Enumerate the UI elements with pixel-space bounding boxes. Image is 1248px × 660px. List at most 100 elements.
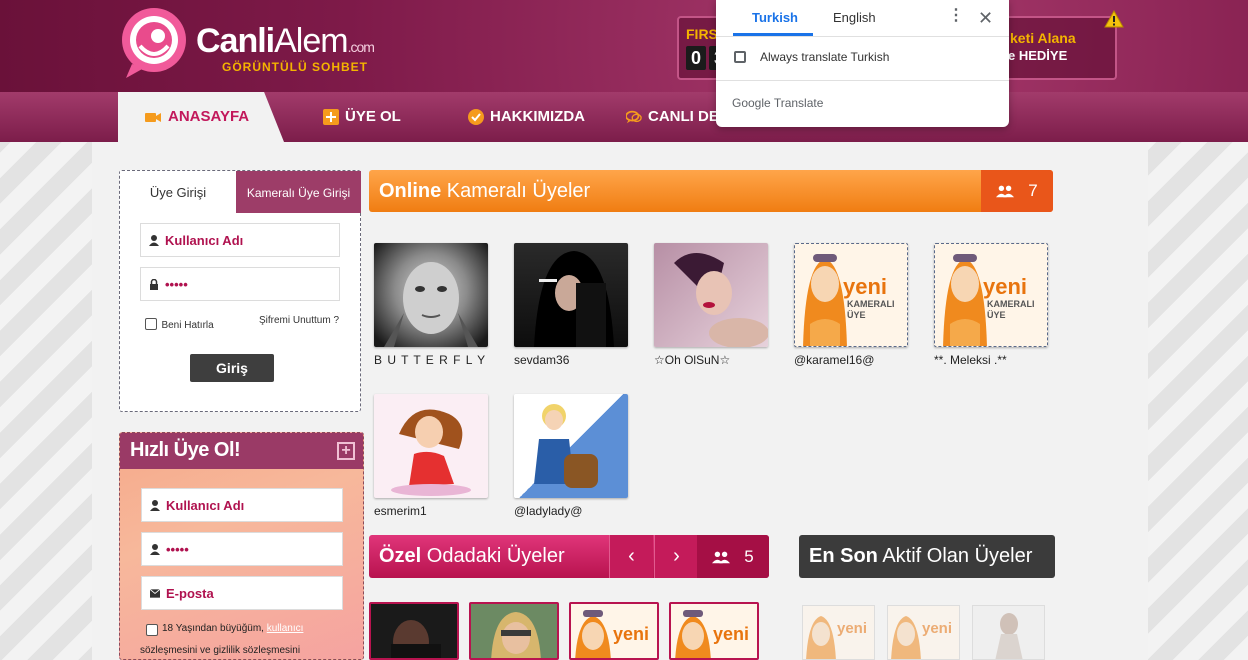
yeni-badge-word: yeni xyxy=(713,624,750,644)
title-rest: Odadaki Üyeler xyxy=(421,545,565,567)
login-password-value: ••••• xyxy=(165,276,188,292)
online-count-badge: 7 xyxy=(981,170,1053,212)
title-bold: Online xyxy=(379,180,442,202)
chat-icon xyxy=(626,110,642,123)
yeni-badge-word: yeni xyxy=(983,274,1028,299)
member-name[interactable]: sevdam36 xyxy=(514,353,629,367)
terms-text-2: sözleşmesini ve gizlilik sözleşmesini xyxy=(140,645,301,656)
logo-text[interactable]: CanliAlem.com xyxy=(196,22,375,61)
nav-item-anasayfa[interactable]: ANASAYFA xyxy=(118,92,284,142)
member-name[interactable]: ☆Oh OlSuN☆ xyxy=(654,353,769,367)
cartoon-avatar xyxy=(391,409,471,496)
member-photo[interactable]: yeni KAMERALI ÜYE xyxy=(794,243,908,347)
member-card[interactable]: ☆Oh OlSuN☆ xyxy=(654,243,769,367)
logo-subtitle: GÖRÜNTÜLÜ SOHBET xyxy=(222,60,368,74)
tab-member-login[interactable]: Üye Girişi xyxy=(120,171,236,213)
member-card[interactable]: B U T T E R F L Y xyxy=(374,243,489,367)
quick-register-title: Hızlı Üye Ol! xyxy=(130,439,241,461)
member-name[interactable]: @ladylady@ xyxy=(514,504,629,518)
title-rest: Kameralı Üyeler xyxy=(441,180,591,202)
member-card[interactable]: esmerim1 xyxy=(374,394,489,518)
yeni-line2: ÜYE xyxy=(987,310,1006,320)
login-username-field[interactable]: Kullanıcı Adı xyxy=(140,223,340,257)
online-count: 7 xyxy=(1028,181,1038,200)
envelope-icon xyxy=(150,588,160,598)
remember-checkbox[interactable] xyxy=(145,317,157,330)
users-icon xyxy=(712,551,731,563)
member-photo[interactable] xyxy=(374,243,488,347)
register-password-field[interactable]: ••••• xyxy=(141,532,343,566)
member-name[interactable]: B U T T E R F L Y xyxy=(374,353,489,367)
warning-icon[interactable] xyxy=(1104,10,1124,28)
login-submit-button[interactable]: Giriş xyxy=(190,354,274,382)
member-photo[interactable]: yeni KAMERALI ÜYE xyxy=(934,243,1048,347)
main-nav: ANASAYFA ÜYE OL HAKKIMIZDA CANLI DE xyxy=(0,92,1248,142)
users-icon xyxy=(996,185,1015,198)
recent-member-thumb[interactable]: yeni xyxy=(887,605,960,660)
yeni-badge-word: yeni xyxy=(922,620,953,637)
logo-alem: Alem xyxy=(274,22,348,60)
nav-item-uye-ol[interactable]: ÜYE OL xyxy=(323,108,401,125)
title-bold: En Son xyxy=(809,545,878,567)
logo-icon[interactable] xyxy=(118,6,190,80)
register-username-field[interactable]: Kullanıcı Adı xyxy=(141,488,343,522)
member-name[interactable]: @karamel16@ xyxy=(794,353,909,367)
yeni-badge-word: yeni xyxy=(613,624,650,644)
tab-camera-login[interactable]: Kameralı Üye Girişi xyxy=(236,171,361,213)
yeni-badge-sub: KAMERALI ÜYE xyxy=(847,299,895,321)
portrait-photo xyxy=(391,620,441,658)
nav-item-canli-destek[interactable]: CANLI DE xyxy=(626,108,719,125)
private-member-thumb[interactable]: yeni xyxy=(669,602,759,660)
member-photo[interactable] xyxy=(514,394,628,498)
member-photo[interactable] xyxy=(514,243,628,347)
member-photo[interactable] xyxy=(374,394,488,498)
yeni-badge-word: yeni xyxy=(843,274,888,299)
terms-link[interactable]: kullanıcı xyxy=(267,623,304,634)
register-email-placeholder: E-posta xyxy=(166,585,214,601)
register-username-placeholder: Kullanıcı Adı xyxy=(166,497,245,513)
always-translate-label[interactable]: Always translate Turkish xyxy=(760,50,889,64)
member-card[interactable]: yeni KAMERALI ÜYE **. Meleksi .** xyxy=(934,243,1049,367)
divider xyxy=(716,36,1009,37)
expand-plus-icon[interactable]: + xyxy=(337,442,355,460)
portrait-photo xyxy=(995,613,1023,659)
tab-target-language[interactable]: English xyxy=(833,10,876,25)
face-photo xyxy=(384,262,478,347)
online-members-header: Online Kameralı Üyeler 7 xyxy=(369,170,1053,212)
private-member-thumb[interactable]: yeni xyxy=(569,602,659,660)
nav-item-hakkimizda[interactable]: HAKKIMIZDA xyxy=(468,108,585,125)
lock-icon xyxy=(150,278,158,290)
terms-checkbox[interactable] xyxy=(146,624,158,636)
forgot-password-link[interactable]: Şifremi Unuttum ? xyxy=(259,315,339,326)
member-photo[interactable] xyxy=(654,243,768,347)
remember-label: Beni Hatırla xyxy=(161,320,214,331)
private-member-thumb[interactable] xyxy=(469,602,559,660)
remember-me[interactable]: Beni Hatırla xyxy=(145,315,214,333)
yeni-badge-word: yeni xyxy=(837,620,868,637)
terms-text-part: 18 Yaşından büyüğüm, xyxy=(162,623,264,634)
next-arrow-button[interactable]: › xyxy=(654,535,698,578)
nav-item-label: CANLI DE xyxy=(648,108,719,125)
member-card[interactable]: @ladylady@ xyxy=(514,394,629,518)
check-circle-icon xyxy=(468,108,484,125)
member-card[interactable]: yeni KAMERALI ÜYE @karamel16@ xyxy=(794,243,909,367)
yeni-badge-sub: KAMERALI ÜYE xyxy=(987,299,1035,321)
member-name[interactable]: esmerim1 xyxy=(374,504,489,518)
prev-arrow-button[interactable]: ‹ xyxy=(609,535,653,578)
close-icon[interactable]: ✕ xyxy=(978,8,993,29)
nav-item-label: ÜYE OL xyxy=(345,108,401,125)
tab-source-language[interactable]: Turkish xyxy=(752,10,798,25)
login-password-field[interactable]: ••••• xyxy=(140,267,340,301)
private-member-thumb[interactable] xyxy=(369,602,459,660)
member-name[interactable]: **. Meleksi .** xyxy=(934,353,1049,367)
always-translate-checkbox[interactable] xyxy=(734,51,746,63)
more-options-icon[interactable]: ⋮ xyxy=(948,8,964,24)
portrait-photo xyxy=(534,251,614,347)
portrait-photo xyxy=(491,612,541,658)
register-email-field[interactable]: E-posta xyxy=(141,576,343,610)
logo-main: Canli xyxy=(196,22,275,60)
recent-member-thumb[interactable]: yeni xyxy=(802,605,875,660)
register-password-value: ••••• xyxy=(166,541,189,557)
recent-member-thumb[interactable] xyxy=(972,605,1045,660)
member-card[interactable]: sevdam36 xyxy=(514,243,629,367)
